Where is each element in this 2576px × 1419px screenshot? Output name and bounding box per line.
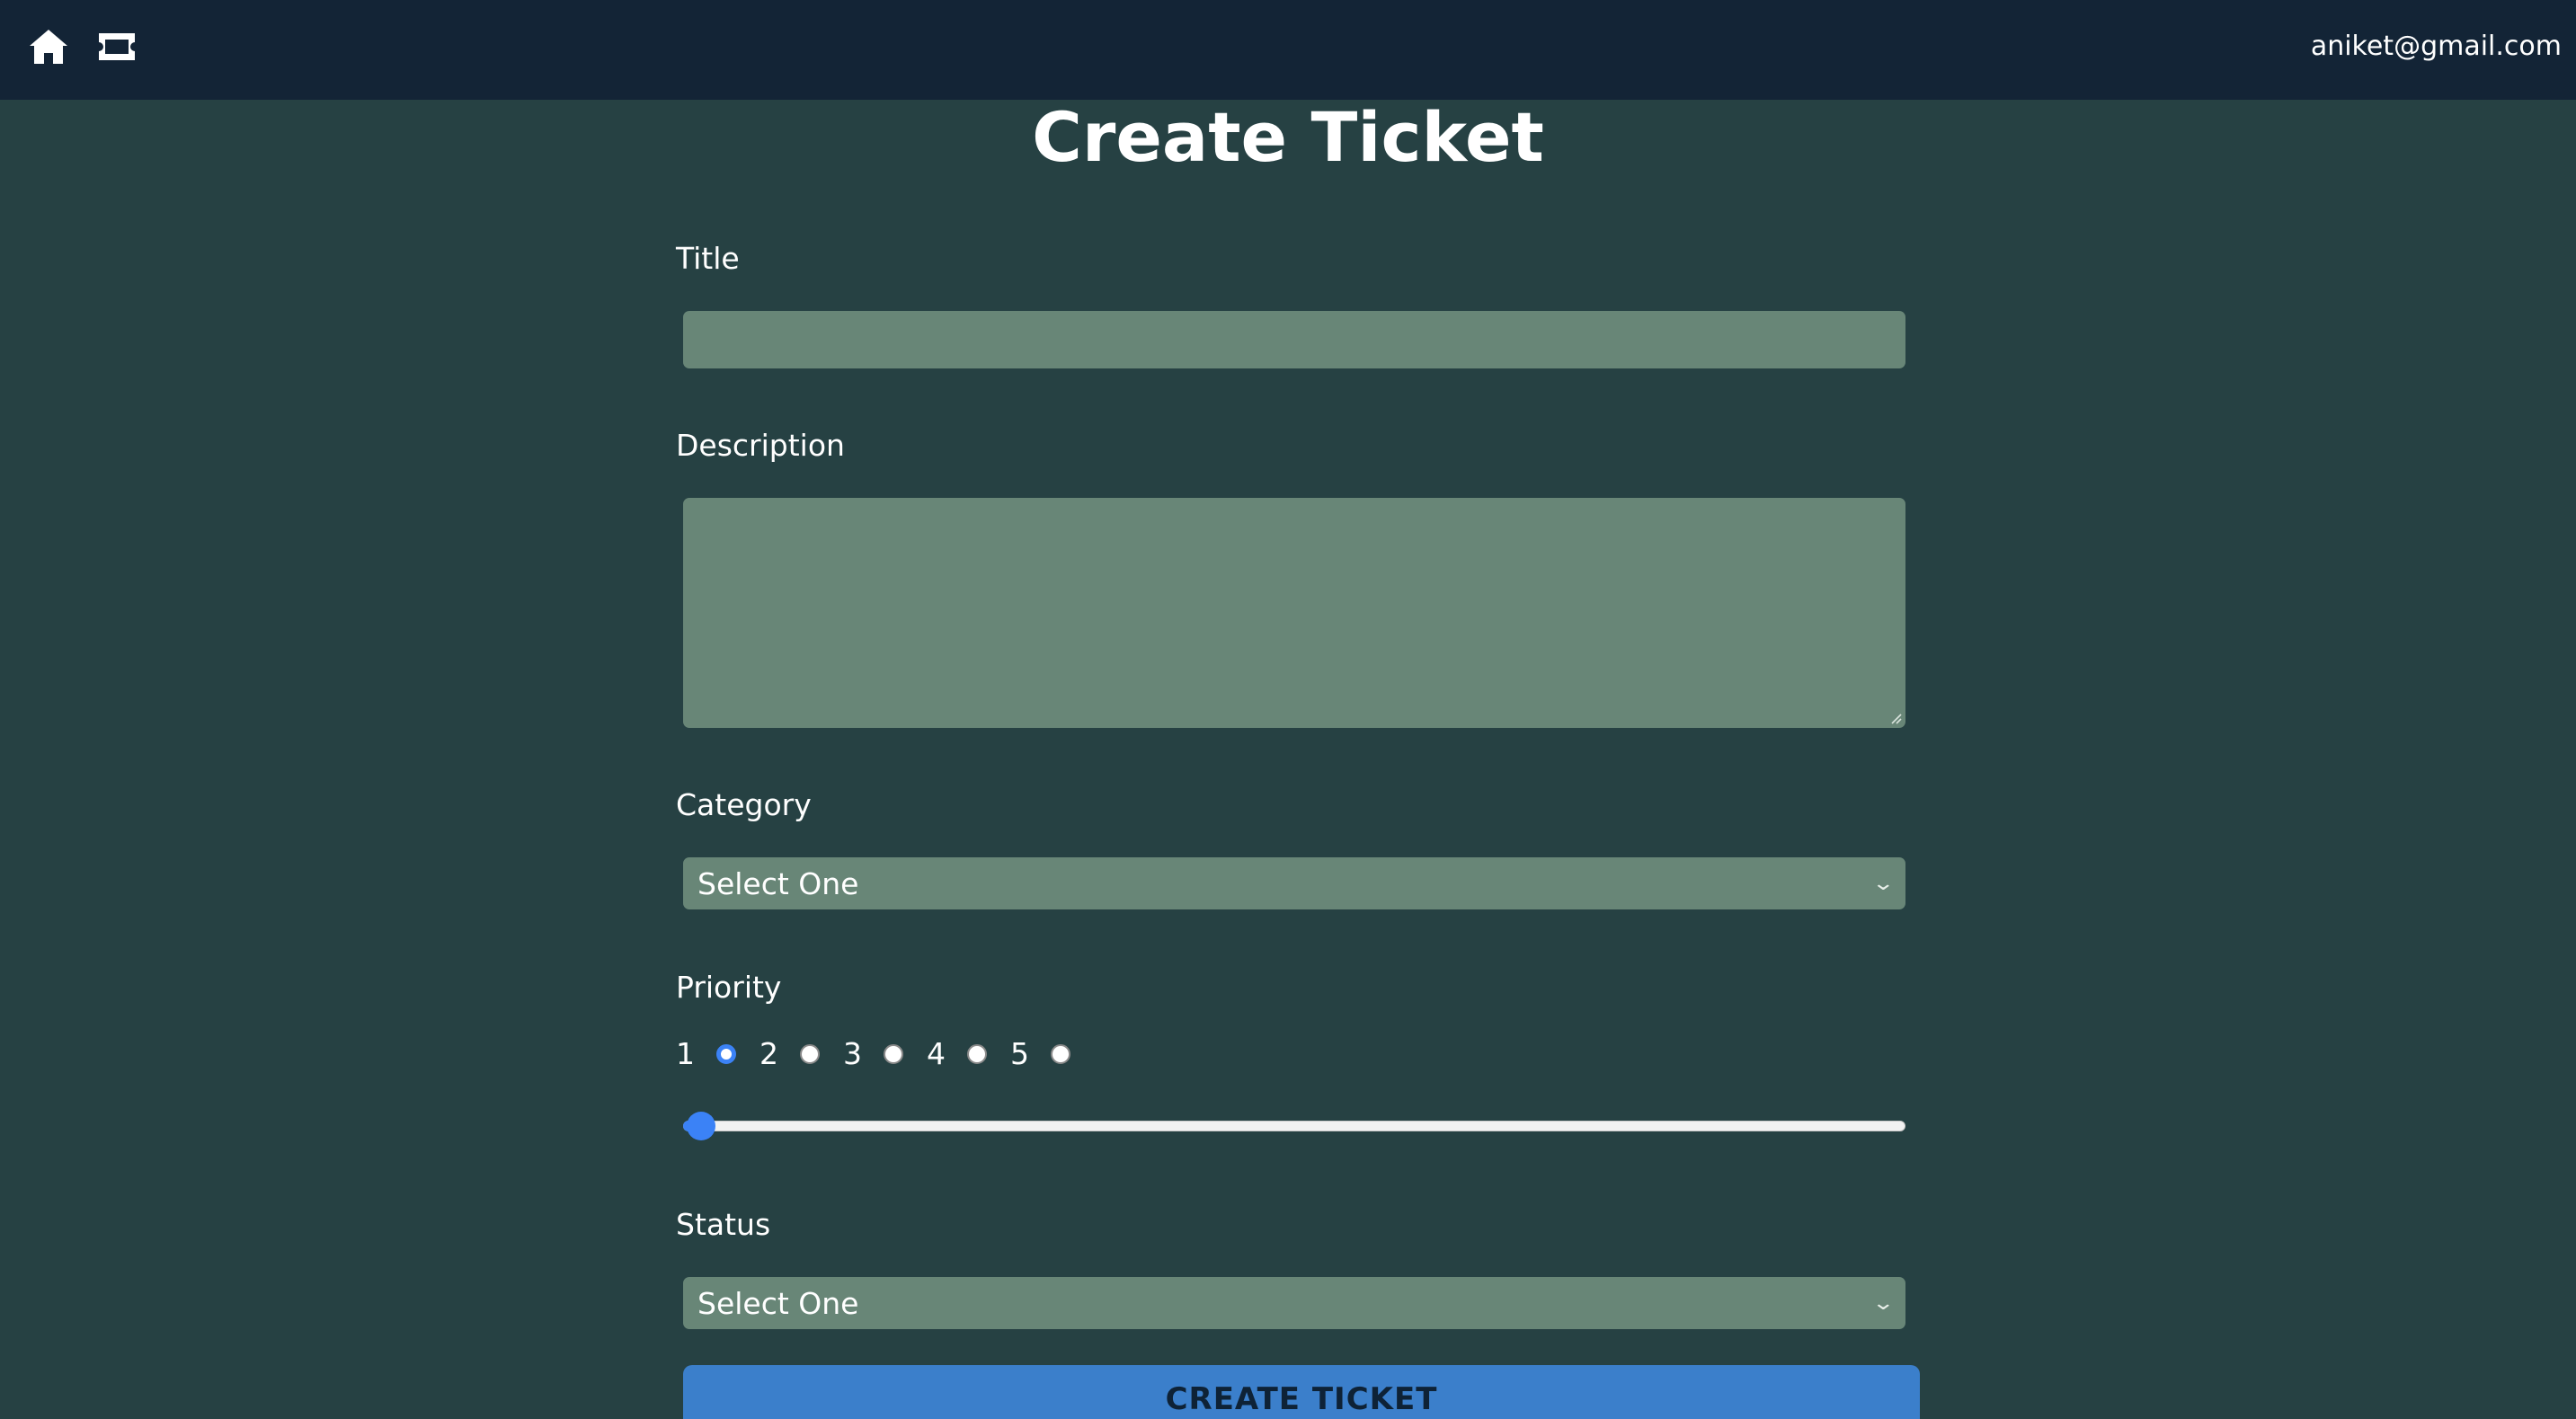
category-label: Category xyxy=(676,787,812,822)
slider-track xyxy=(683,1121,1905,1131)
priority-radio-2[interactable] xyxy=(800,1044,820,1064)
priority-label: Priority xyxy=(676,970,782,1005)
chevron-down-icon: ⌄ xyxy=(1870,1291,1895,1315)
status-select[interactable]: Select One ⌄ xyxy=(683,1277,1905,1329)
priority-option-label: 1 xyxy=(676,1036,695,1071)
slider-thumb[interactable] xyxy=(687,1112,715,1140)
priority-slider[interactable] xyxy=(683,1112,1905,1140)
priority-radio-group: 1 2 3 4 5 xyxy=(676,1032,1094,1077)
ticket-icon[interactable] xyxy=(95,25,138,68)
category-selected-value: Select One xyxy=(697,865,859,901)
home-icon[interactable] xyxy=(27,25,70,68)
chevron-down-icon: ⌄ xyxy=(1870,872,1895,895)
page-title: Create Ticket xyxy=(1032,97,1544,177)
priority-radio-3[interactable] xyxy=(884,1044,903,1064)
priority-radio-4[interactable] xyxy=(967,1044,987,1064)
title-label: Title xyxy=(676,241,740,276)
priority-option-label: 4 xyxy=(927,1036,946,1071)
top-nav-bar: aniket@gmail.com xyxy=(0,0,2576,100)
priority-option-label: 5 xyxy=(1010,1036,1029,1071)
status-selected-value: Select One xyxy=(697,1285,859,1321)
resize-handle-icon[interactable] xyxy=(1889,712,1902,724)
category-select[interactable]: Select One ⌄ xyxy=(683,857,1905,909)
priority-option-label: 2 xyxy=(759,1036,778,1071)
priority-radio-1[interactable] xyxy=(716,1044,736,1064)
priority-option-label: 3 xyxy=(843,1036,862,1071)
status-label: Status xyxy=(676,1207,771,1242)
title-input[interactable] xyxy=(683,311,1905,368)
create-ticket-button[interactable]: CREATE TICKET xyxy=(683,1365,1920,1419)
description-label: Description xyxy=(676,428,845,463)
priority-radio-5[interactable] xyxy=(1051,1044,1070,1064)
user-email[interactable]: aniket@gmail.com xyxy=(2311,29,2562,65)
description-textarea[interactable] xyxy=(683,498,1905,728)
